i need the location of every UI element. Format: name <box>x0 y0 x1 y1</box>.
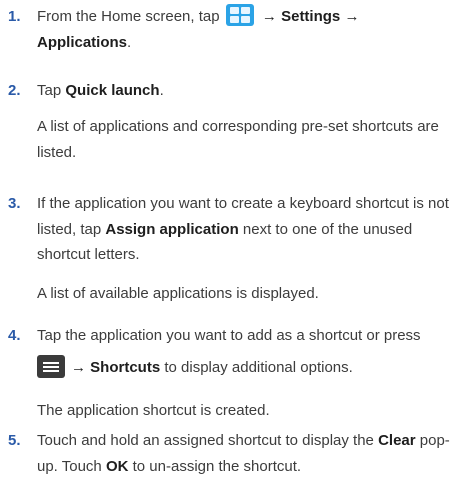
settings-label: Settings <box>281 8 341 25</box>
period: . <box>127 33 132 51</box>
step-text: If the application you want to create a … <box>37 191 469 268</box>
step-text: Tap Quick launch. <box>37 78 467 104</box>
step-text: From the Home screen, tap → Settings → A… <box>37 4 467 55</box>
step-note: The application shortcut is created. <box>37 402 270 419</box>
step-text-plain: Tap the application you want to add as a… <box>37 327 421 344</box>
step-text-plain: Touch and hold an assigned shortcut to d… <box>37 432 379 449</box>
step-note: A list of available applications is disp… <box>37 285 319 302</box>
ok-label: OK <box>105 457 129 475</box>
step-number: 5. <box>8 432 21 449</box>
quick-launch-label: Quick launch <box>65 82 160 99</box>
apps-grid-icon <box>225 4 254 26</box>
step-text: Touch and hold an assigned shortcut to d… <box>37 428 469 479</box>
instruction-page: 1. From the Home screen, tap → Settings … <box>0 0 472 482</box>
step-note: A list of applications and corresponding… <box>37 118 439 161</box>
applications-label: Applications <box>37 33 128 51</box>
step-number: 3. <box>8 195 21 212</box>
shortcuts-label: Shortcuts <box>90 358 161 376</box>
step-text-plain: . <box>159 82 164 99</box>
step-text-plain: to un-assign the shortcut. <box>128 457 302 475</box>
arrow-glyph: → <box>261 8 277 25</box>
step-text-plain: Tap <box>37 82 66 99</box>
menu-key-icon <box>37 354 65 378</box>
arrow-glyph: → <box>71 358 86 376</box>
step-number: 4. <box>8 327 21 344</box>
step-number: 1. <box>8 8 21 25</box>
arrow-glyph: → <box>344 8 360 25</box>
step-text-plain: From the Home screen, tap <box>37 8 220 25</box>
step-text-plain: to display additional options. <box>160 358 353 376</box>
clear-label: Clear <box>378 432 416 449</box>
assign-application-label: Assign application <box>105 220 239 238</box>
step-number: 2. <box>8 82 21 99</box>
step-text: Tap the application you want to add as a… <box>37 323 467 380</box>
